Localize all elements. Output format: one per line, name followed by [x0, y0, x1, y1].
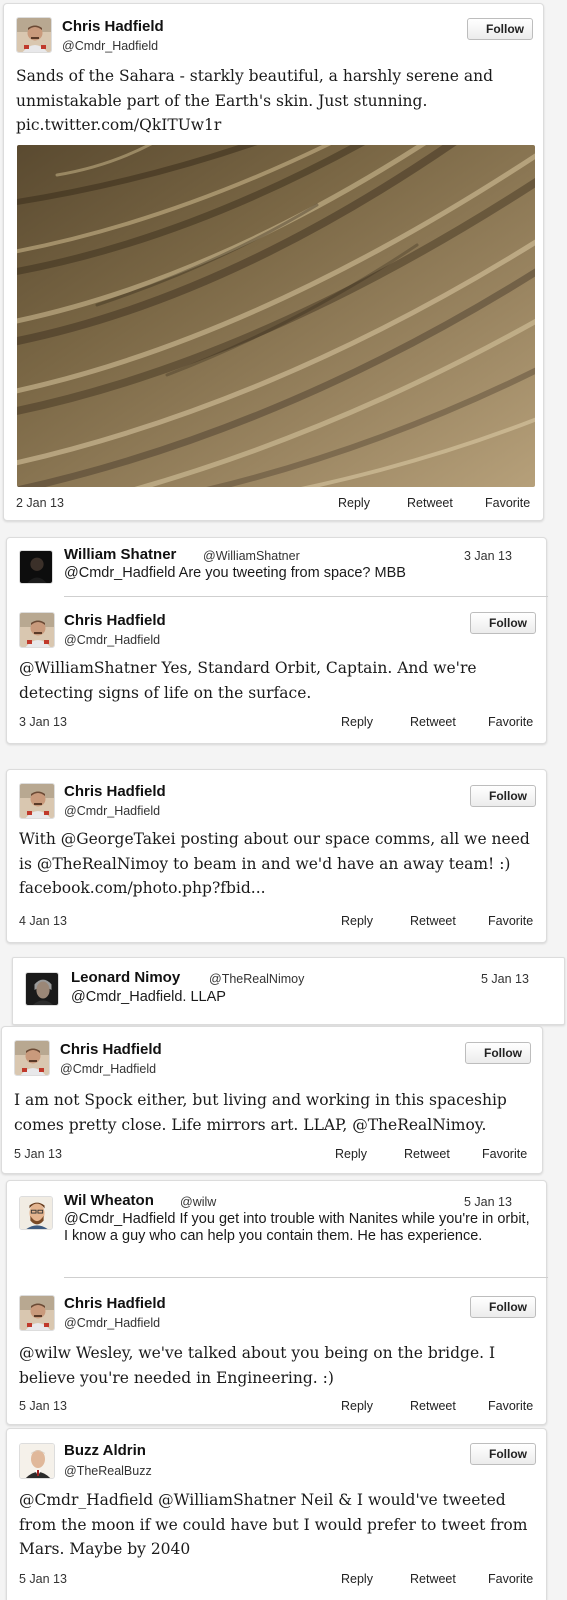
divider	[64, 596, 548, 597]
avatar[interactable]	[19, 550, 53, 584]
reply-button[interactable]: Reply	[341, 1572, 373, 1586]
tweet-date[interactable]: 5 Jan 13	[19, 1572, 67, 1586]
favorite-button[interactable]: Favorite	[488, 1399, 533, 1413]
author-name[interactable]: Chris Hadfield	[64, 612, 166, 629]
follow-button[interactable]: Follow	[470, 1296, 536, 1318]
follow-button[interactable]: Follow	[470, 612, 536, 634]
tweet-date[interactable]: 5 Jan 13	[14, 1147, 62, 1161]
reply-button[interactable]: Reply	[341, 715, 373, 729]
author-name[interactable]: Chris Hadfield	[62, 18, 164, 35]
author-name[interactable]: Chris Hadfield	[64, 783, 166, 800]
tweet-text: I am not Spock either, but living and wo…	[14, 1091, 507, 1134]
tweet-card: Chris Hadfield @Cmdr_Hadfield Follow San…	[3, 3, 544, 521]
follow-button[interactable]: Follow	[467, 18, 533, 40]
author-handle[interactable]: @Cmdr_Hadfield	[60, 1062, 156, 1076]
author-handle[interactable]: @WilliamShatner	[203, 549, 300, 563]
favorite-button[interactable]: Favorite	[482, 1147, 527, 1161]
author-handle[interactable]: @Cmdr_Hadfield	[64, 804, 160, 818]
author-name[interactable]: William Shatner	[64, 546, 176, 563]
avatar[interactable]	[19, 1443, 55, 1479]
tweet-text: @Cmdr_Hadfield Are you tweeting from spa…	[64, 565, 406, 581]
favorite-button[interactable]: Favorite	[488, 914, 533, 928]
tweet-date[interactable]: 3 Jan 13	[19, 715, 67, 729]
author-name[interactable]: Chris Hadfield	[64, 1295, 166, 1312]
favorite-button[interactable]: Favorite	[488, 715, 533, 729]
retweet-button[interactable]: Retweet	[410, 1399, 456, 1413]
author-handle[interactable]: @TheRealNimoy	[209, 972, 304, 986]
retweet-button[interactable]: Retweet	[410, 715, 456, 729]
follow-button[interactable]: Follow	[470, 785, 536, 807]
tweet-date[interactable]: 5 Jan 13	[481, 972, 529, 986]
retweet-button[interactable]: Retweet	[407, 496, 453, 510]
author-name[interactable]: Chris Hadfield	[60, 1041, 162, 1058]
tweet-photo[interactable]	[17, 145, 535, 487]
tweet-text: With @GeorgeTakei posting about our spac…	[19, 830, 530, 897]
author-handle[interactable]: @Cmdr_Hadfield	[64, 1316, 160, 1330]
reply-button[interactable]: Reply	[341, 914, 373, 928]
avatar[interactable]	[16, 17, 52, 53]
divider	[64, 1277, 548, 1278]
tweet-text: @Cmdr_Hadfield If you get into trouble w…	[64, 1211, 530, 1244]
follow-button[interactable]: Follow	[470, 1443, 536, 1465]
retweet-button[interactable]: Retweet	[410, 1572, 456, 1586]
reply-button[interactable]: Reply	[338, 496, 370, 510]
avatar[interactable]	[19, 1196, 53, 1230]
avatar[interactable]	[19, 783, 55, 819]
author-handle[interactable]: @wilw	[180, 1195, 216, 1209]
tweet-card: William Shatner @WilliamShatner 3 Jan 13…	[6, 537, 548, 744]
author-handle[interactable]: @Cmdr_Hadfield	[64, 633, 160, 647]
tweet-date[interactable]: 5 Jan 13	[464, 1195, 512, 1209]
retweet-button[interactable]: Retweet	[410, 914, 456, 928]
tweet-card: Wil Wheaton @wilw 5 Jan 13 @Cmdr_Hadfiel…	[6, 1180, 548, 1425]
avatar[interactable]	[19, 1295, 55, 1331]
avatar[interactable]	[25, 972, 59, 1006]
tweet-text: @WilliamShatner Yes, Standard Orbit, Cap…	[19, 659, 477, 702]
in-reply-to: Leonard Nimoy @TheRealNimoy 5 Jan 13 @Cm…	[12, 957, 565, 1025]
tweet-date[interactable]: 2 Jan 13	[16, 496, 64, 510]
avatar[interactable]	[14, 1040, 50, 1076]
retweet-button[interactable]: Retweet	[404, 1147, 450, 1161]
tweet-card: Chris Hadfield @Cmdr_Hadfield Follow I a…	[1, 1026, 543, 1174]
author-name[interactable]: Buzz Aldrin	[64, 1442, 146, 1459]
tweet-card: Buzz Aldrin @TheRealBuzz Follow @Cmdr_Ha…	[6, 1428, 547, 1600]
author-name[interactable]: Leonard Nimoy	[71, 969, 180, 986]
reply-button[interactable]: Reply	[335, 1147, 367, 1161]
tweet-text: @Cmdr_Hadfield. LLAP	[71, 989, 226, 1005]
avatar[interactable]	[19, 612, 55, 648]
tweet-text: Sands of the Sahara - starkly beautiful,…	[16, 67, 493, 134]
tweet-text: @wilw Wesley, we've talked about you bei…	[19, 1344, 496, 1387]
tweet-date[interactable]: 3 Jan 13	[464, 549, 512, 563]
author-name[interactable]: Wil Wheaton	[64, 1192, 154, 1209]
tweet-date[interactable]: 4 Jan 13	[19, 914, 67, 928]
follow-button[interactable]: Follow	[465, 1042, 531, 1064]
tweet-text: @Cmdr_Hadfield @WilliamShatner Neil & I …	[19, 1491, 528, 1558]
tweet-card: Chris Hadfield @Cmdr_Hadfield Follow Wit…	[6, 769, 547, 943]
author-handle[interactable]: @Cmdr_Hadfield	[62, 39, 158, 53]
reply-button[interactable]: Reply	[341, 1399, 373, 1413]
tweet-date[interactable]: 5 Jan 13	[19, 1399, 67, 1413]
favorite-button[interactable]: Favorite	[488, 1572, 533, 1586]
favorite-button[interactable]: Favorite	[485, 496, 530, 510]
author-handle[interactable]: @TheRealBuzz	[64, 1464, 152, 1478]
